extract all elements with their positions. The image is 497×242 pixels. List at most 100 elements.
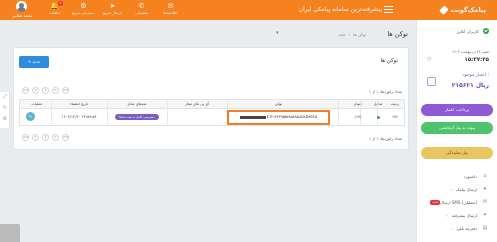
token-text: E7۲۱۳۲۳۹۵B۷۸۵۸AA۸D۸D۴EEA [266, 115, 318, 119]
column-header: متدهای مجاز [127, 102, 147, 106]
top-item-label: اعلانات [49, 11, 60, 15]
logo[interactable]: پیامک‌گونت [439, 4, 486, 16]
current-time: ۱۵:۳۷:۴۵ [464, 57, 489, 63]
last-page-button[interactable]: >> [62, 87, 69, 94]
bell-icon: 🔔 [50, 2, 59, 10]
column-header: ردیف [390, 102, 400, 106]
agency-panel-button[interactable]: پنل نمایندگی [421, 147, 493, 159]
row-expire-date: ۱۴۰۳/۱۲/۳۰ ۲۳:۵۹:۵۹ [61, 114, 97, 119]
connect-panel-button[interactable]: پیوند به پنل آزمایشی [421, 122, 493, 134]
record-count: تعداد رکوردها: ۱ از ۱ [368, 136, 402, 141]
row-index: ۱۷۶ [391, 114, 399, 119]
sidebar-item-dashboard[interactable]: ⌂ داشبورد [464, 173, 489, 179]
top-item-quick-send[interactable]: ➤ ارسال سریع [98, 0, 127, 20]
first-page-button[interactable]: << [22, 87, 29, 94]
breadcrumb: توکن ها‹خانه [339, 32, 366, 37]
page-title: توکن ها [387, 30, 408, 38]
clock-icon: ◷ [427, 56, 432, 62]
next-page-button[interactable]: > [52, 87, 59, 94]
column-header: آی پی های مجاز [184, 102, 210, 106]
breadcrumb-item[interactable]: خانه [339, 32, 346, 37]
top-item-announcements[interactable]: ✉ اطلاعیه‌ها [156, 0, 185, 20]
column-header: تاریخ انقضاء [69, 102, 88, 106]
chat-widget-button[interactable] [0, 224, 20, 242]
sidebar-item-label: ارسال SMS (تعطیلی) [440, 199, 477, 205]
top-item-label: دسترسی سریع [72, 11, 95, 15]
menu-toggle-icon[interactable] [384, 6, 393, 13]
settings-icon[interactable]: ⚙ [0, 114, 10, 125]
page-number-button[interactable]: 1 [42, 134, 49, 141]
sidebar-item-label: دفترچه تلفن [456, 225, 477, 231]
site-tagline: پیشرفته‌ترین سامانه پیامکی ایران [298, 6, 382, 13]
top-item-label: پشتیبانی [135, 11, 148, 15]
top-item-label: ارسال سریع [103, 11, 122, 15]
prev-page-button[interactable]: < [32, 87, 39, 94]
first-page-button[interactable]: << [22, 134, 29, 141]
credit-label: اعتبار موجود : [462, 73, 489, 78]
row-allowed-methods: دسترسی کامل به همه متدها [107, 109, 167, 125]
logo-text: پیامک‌گونت [450, 6, 486, 14]
column-header: شامل [370, 100, 386, 109]
column-header: عنوان [353, 102, 363, 106]
check-circle-icon [483, 28, 489, 34]
masked-token-prefix [239, 115, 266, 119]
wallet-icon [427, 77, 436, 86]
phone-icon: ✆ [138, 2, 145, 10]
new-token-button[interactable]: + جدید [19, 56, 49, 68]
methods-badge: دسترسی کامل به همه متدها [115, 114, 159, 120]
last-page-button[interactable]: >> [62, 134, 69, 141]
tokens-table: ردیف شامل عنوان توکن آی پی های مجاز متده… [19, 99, 405, 126]
expand-icon[interactable]: ⤢ [0, 92, 10, 103]
next-page-button[interactable]: > [52, 134, 59, 141]
sidebar-item-label: ارسال پیامک [455, 186, 477, 192]
chevron-left-icon: ‹ [450, 225, 453, 231]
message-icon: ✉ [482, 199, 488, 205]
refresh-icon[interactable]: ↻ [0, 103, 10, 114]
edit-icon[interactable]: ✎ [26, 112, 35, 121]
notification-badge: ۵ [58, 1, 63, 6]
page-number-button[interactable]: 1 [42, 87, 49, 94]
top-item-support[interactable]: ✆ پشتیبانی [127, 0, 156, 20]
top-item-quick-access[interactable]: ⚙ دسترسی سریع [69, 0, 98, 20]
chevron-left-icon: ‹ [446, 212, 448, 218]
pagination-bottom: << < 1 > >> [22, 134, 72, 141]
breadcrumb-item[interactable]: توکن ها [353, 32, 366, 37]
top-item-notifications[interactable]: 🔔 ۵ اعلانات [40, 0, 69, 20]
chevron-down-icon[interactable]: ▾ [276, 30, 279, 36]
pagination-top: << < 1 > >> [22, 87, 72, 94]
rocket-icon: ✦ [482, 212, 488, 218]
column-header: عملیات [31, 102, 43, 106]
top-bar: محمد نظامی 🔔 ۵ اعلانات ⚙ دسترسی سریع ➤ ا… [0, 0, 497, 20]
table-row[interactable]: ۱۷۶ (۱۷) E7۲۱۳۲۳۹۵B۷۸۵۸AA۸D۸D۴EEA دسترسی… [20, 109, 404, 125]
sidebar: کاربران آنلاین شنبه ۲۳ اردیبهشت ۱۴۰۳ ◷ ۱… [416, 20, 497, 242]
sidebar-item-send-holiday[interactable]: ✉ ارسال SMS (تعطیلی) جدید [428, 199, 489, 205]
table-header: ردیف شامل عنوان توکن آی پی های مجاز متده… [20, 100, 404, 109]
send-icon: ➤ [109, 2, 116, 10]
megaphone-icon: ✉ [167, 2, 174, 10]
credit-value: ۲۱۵۶۲۱ ریال [451, 82, 489, 89]
token-value[interactable]: E7۲۱۳۲۳۹۵B۷۸۵۸AA۸D۸D۴EEA [227, 110, 330, 125]
breadcrumb-separator: ‹ [348, 32, 351, 37]
grid-icon: ⚙ [80, 2, 87, 10]
user-menu[interactable]: محمد نظامی [6, 1, 36, 20]
top-nav: 🔔 ۵ اعلانات ⚙ دسترسی سریع ➤ ارسال سریع ✆… [40, 0, 185, 20]
column-header: توکن [274, 102, 283, 106]
row-status [370, 109, 386, 125]
sidebar-item-send-sms[interactable]: ➤ ارسال پیامک ‹ [450, 186, 489, 192]
page-header: ▾ توکن ها‹خانه توکن ها [18, 26, 408, 46]
buy-credit-button[interactable]: پرداخت اعتبار [421, 104, 493, 116]
status-dot-icon [376, 115, 380, 119]
logo-mark-icon [439, 5, 449, 15]
chevron-left-icon: ‹ [450, 186, 452, 192]
sidebar-item-phonebook[interactable]: ▤ دفترچه تلفن ‹ [451, 225, 489, 231]
online-users-label: کاربران آنلاین [456, 28, 479, 34]
new-badge: جدید [430, 199, 441, 205]
tokens-card: + جدید توکن ها << < 1 > >> تعداد رکوردها… [13, 47, 409, 150]
sidebar-item-advanced-send[interactable]: ✦ ارسال پیشرفته ‹ [446, 212, 489, 218]
online-users[interactable]: کاربران آنلاین [457, 28, 489, 34]
sidebar-item-label: ارسال پیشرفته [451, 212, 477, 218]
card-title: توکن ها [380, 58, 398, 64]
send-icon: ➤ [482, 186, 488, 192]
prev-page-button[interactable]: < [32, 134, 39, 141]
sidebar-item-label: داشبورد [463, 173, 477, 179]
